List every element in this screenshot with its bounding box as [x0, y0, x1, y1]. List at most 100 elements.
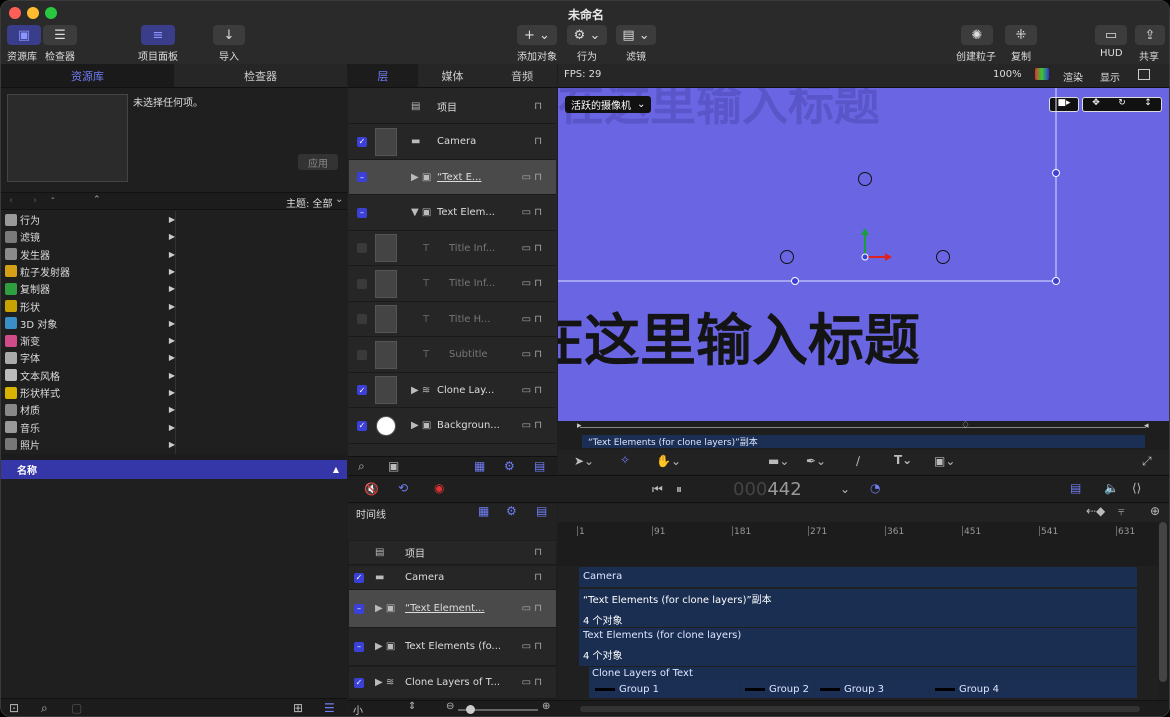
zoom-out-icon[interactable]: ⊖: [446, 701, 454, 712]
hand-tool-icon[interactable]: ✋⌄: [656, 454, 681, 468]
lock-icon[interactable]: ▭ ⊓: [522, 172, 542, 183]
mask-icon[interactable]: ▦: [478, 504, 489, 518]
hud-button[interactable]: ▭: [1095, 25, 1127, 45]
layer-checkbox[interactable]: ✓: [357, 136, 367, 147]
group-bar[interactable]: Group 3: [816, 682, 928, 698]
lock-icon[interactable]: ⊓: [534, 547, 542, 558]
back-icon[interactable]: ‹: [9, 195, 13, 206]
lock-icon[interactable]: ▭ ⊓: [522, 641, 542, 652]
keyframe-nav-icon[interactable]: ⟨⟩: [1132, 481, 1141, 495]
loop-icon[interactable]: ⟲: [398, 481, 408, 495]
layer-row[interactable]: T Title Inf... ▭ ⊓: [349, 231, 556, 266]
forward-icon[interactable]: ›: [33, 195, 37, 206]
camera-bar[interactable]: Camera: [579, 567, 1137, 587]
behavior-icon[interactable]: ⚙: [506, 504, 517, 518]
zoom-slider-thumb[interactable]: [466, 705, 475, 714]
group-bar[interactable]: Group 2: [741, 682, 813, 698]
timeline-scrollbar[interactable]: [1159, 522, 1167, 682]
filter-icon[interactable]: ▤: [536, 504, 547, 518]
shape-tool-icon[interactable]: ▬⌄: [768, 454, 789, 468]
tab-layers[interactable]: 层: [348, 64, 418, 87]
layer-checkbox[interactable]: ✓: [357, 385, 367, 395]
filter-icon[interactable]: ▤: [534, 459, 545, 473]
lock-icon[interactable]: ▭ ⊓: [522, 207, 542, 218]
layer-checkbox[interactable]: –: [354, 603, 364, 614]
brush-tool-icon[interactable]: ∕: [856, 454, 860, 468]
name-column-header[interactable]: 名称 ▲: [1, 460, 347, 479]
library-category-item[interactable]: 复制器 ▶: [5, 280, 175, 297]
pause-icon[interactable]: ⏸: [676, 482, 682, 497]
lock-icon[interactable]: ▭ ⊓: [522, 314, 542, 325]
share-button[interactable]: ⇪: [1135, 25, 1165, 45]
lock-icon[interactable]: ▭ ⊓: [522, 677, 542, 688]
mask-tool-icon[interactable]: ▣⌄: [934, 454, 955, 468]
inspector-toggle-button[interactable]: ☰: [43, 25, 77, 45]
project-panel-button[interactable]: ≡: [141, 25, 175, 45]
lock-icon[interactable]: ⊓: [534, 572, 542, 583]
handle-bottom-right[interactable]: [1052, 277, 1060, 285]
timeline-layer-row[interactable]: ✓ ▶ ≋ Clone Layers of T... ▭ ⊓: [349, 667, 556, 699]
library-category-item[interactable]: 字体 ▶: [5, 349, 175, 366]
select-tool-icon[interactable]: ➤⌄: [574, 454, 594, 468]
timeline-layer-row[interactable]: – ▶ ▣ “Text Element... ▭ ⊓: [349, 590, 556, 628]
layer-row[interactable]: T Title H... ▭ ⊓: [349, 302, 556, 337]
layer-checkbox[interactable]: ✓: [357, 420, 367, 431]
zoom-in-icon[interactable]: ⊕: [542, 701, 550, 712]
tab-library[interactable]: 资源库: [1, 64, 174, 87]
camera-target-right[interactable]: [936, 250, 950, 264]
layer-row[interactable]: ✓ ▬ Camera ⊓: [349, 124, 556, 160]
layer-row[interactable]: – ▶ ▣ “Text E... ▭ ⊓: [349, 160, 556, 195]
transform-tool-icon[interactable]: ✧: [620, 453, 630, 467]
tab-audio[interactable]: 音频: [487, 64, 557, 87]
camera-target-left[interactable]: [780, 250, 794, 264]
library-category-item[interactable]: 材质 ▶: [5, 401, 175, 418]
chevron-down-icon[interactable]: ⌄: [840, 482, 850, 496]
import-button[interactable]: ↓: [213, 25, 245, 45]
library-category-item[interactable]: 发生器 ▶: [5, 246, 175, 263]
go-to-start-icon[interactable]: ⏮: [652, 482, 663, 497]
copy-group-bar[interactable]: “Text Elements (for clone layers)”副本 4 个…: [579, 589, 1137, 627]
layer-row[interactable]: T Title Inf... ▭ ⊓: [349, 266, 556, 302]
lock-icon[interactable]: ▭ ⊓: [522, 349, 542, 360]
timecode-display[interactable]: 000442: [733, 479, 802, 500]
group-bar[interactable]: Group 4: [931, 682, 1137, 698]
filters-button[interactable]: ▤ ⌄: [616, 25, 656, 45]
library-category-item[interactable]: 粒子发射器 ▶: [5, 263, 175, 280]
timeline-ruler[interactable]: [558, 522, 1158, 566]
mask-icon[interactable]: ▦: [474, 459, 485, 473]
track-size-menu[interactable]: 小: [353, 702, 363, 716]
layer-row[interactable]: ✓ ▶ ≋ Clone Lay... ▭ ⊓: [349, 373, 556, 408]
layer-checkbox[interactable]: [357, 314, 367, 324]
layer-checkbox[interactable]: [357, 278, 367, 289]
layer-checkbox[interactable]: –: [354, 641, 364, 652]
layer-checkbox[interactable]: ✓: [354, 572, 364, 583]
thumbnail-toggle-icon[interactable]: ▣: [388, 459, 399, 473]
layer-row[interactable]: ✓ ▶ ▣ Backgroun... ▭ ⊓: [349, 408, 556, 444]
zoom-in-icon[interactable]: ⊕: [1150, 504, 1160, 518]
path-updown-icon[interactable]: ⌃: [93, 195, 101, 205]
canvas-viewport[interactable]: 在这里输入标题 在这里输入标题 活跃的摄像机 ⌄ ■▸ ✥ ↻ ↕: [558, 88, 1169, 421]
horizontal-scrollbar[interactable]: [580, 706, 1140, 712]
timeline-layer-row[interactable]: ✓ ▬ Camera ⊓: [349, 566, 556, 590]
library-category-item[interactable]: 照片 ▶: [5, 436, 175, 453]
create-particles-button[interactable]: ✺: [961, 25, 993, 45]
layer-row[interactable]: T Subtitle ▭ ⊓: [349, 337, 556, 373]
library-category-item[interactable]: 文本风格 ▶: [5, 367, 175, 384]
library-category-item[interactable]: 形状 ▶: [5, 298, 175, 315]
camera-target-top[interactable]: [858, 172, 872, 186]
list-view-icon[interactable]: ☰: [324, 701, 335, 715]
anchor-point[interactable]: [861, 253, 869, 261]
lock-icon[interactable]: ▭ ⊓: [522, 243, 542, 254]
updown-icon[interactable]: ⇕: [408, 701, 416, 712]
lock-icon[interactable]: ▭ ⊓: [522, 385, 542, 396]
lock-icon[interactable]: ▭ ⊓: [522, 420, 542, 431]
keyframe-add-icon[interactable]: ⇠◆: [1086, 504, 1105, 518]
library-category-item[interactable]: 形状样式 ▶: [5, 384, 175, 401]
search-icon[interactable]: ⌕: [358, 459, 365, 474]
elements-group-bar[interactable]: Text Elements (for clone layers) 4 个对象: [579, 628, 1137, 666]
apply-button[interactable]: 应用: [298, 154, 338, 170]
library-toggle-button[interactable]: ▣: [7, 25, 41, 45]
layer-row[interactable]: ▤ 项目 ⊓: [349, 89, 556, 124]
search-icon[interactable]: ⌕: [41, 701, 48, 716]
add-object-button[interactable]: + ⌄: [517, 25, 557, 45]
